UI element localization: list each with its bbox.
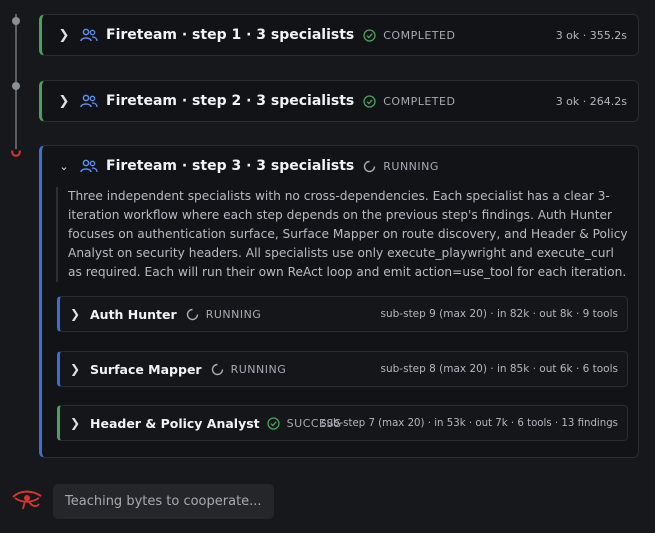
step-status-label: COMPLETED: [383, 94, 456, 108]
step-status: COMPLETED: [363, 95, 455, 108]
step-status: COMPLETED: [363, 29, 455, 42]
step-header-2[interactable]: ❯ Fireteam · step 2 · 3 specialists COMP…: [42, 81, 638, 121]
specialist-meta: sub-step 7 (max 20) · in 53k · out 7k · …: [321, 417, 618, 429]
step-status: RUNNING: [363, 160, 439, 173]
chevron-down-icon: ⌄: [59, 159, 69, 173]
step-description: Three independent specialists with no cr…: [56, 187, 628, 282]
chevron-right-icon: ❯: [58, 93, 70, 109]
specialist-name: Surface Mapper: [90, 361, 202, 377]
chevron-right-icon: ❯: [69, 416, 81, 430]
check-circle-icon: [363, 28, 376, 42]
step-status-label: COMPLETED: [383, 28, 456, 42]
specialist-status-label: RUNNING: [205, 307, 262, 321]
specialist-status: RUNNING: [186, 308, 262, 321]
specialist-name: Header & Policy Analyst: [90, 415, 260, 431]
specialist-row-surface-mapper[interactable]: ❯ Surface Mapper RUNNING sub-step 8 (max…: [57, 351, 628, 387]
step-meta: 3 ok · 264.2s: [555, 94, 627, 108]
step-title: Fireteam · step 1 · 3 specialists: [106, 27, 355, 43]
check-circle-icon: [363, 94, 376, 108]
step-header-1[interactable]: ❯ Fireteam · step 1 · 3 specialists COMP…: [42, 15, 638, 55]
specialist-meta: sub-step 9 (max 20) · in 82k · out 8k · …: [380, 308, 618, 320]
timeline-dot-step-1: [12, 17, 20, 25]
specialist-status: RUNNING: [211, 363, 287, 376]
chevron-right-icon: ❯: [69, 362, 81, 376]
spinner-icon: [211, 363, 223, 375]
timeline-active-icon: [11, 150, 21, 157]
step-title: Fireteam · step 2 · 3 specialists: [106, 93, 355, 109]
specialist-row-auth-hunter[interactable]: ❯ Auth Hunter RUNNING sub-step 9 (max 20…: [57, 296, 628, 332]
step-meta: 3 ok · 355.2s: [555, 28, 627, 42]
specialist-status-label: RUNNING: [230, 362, 287, 376]
people-icon: [80, 159, 98, 173]
chevron-right-icon: ❯: [58, 27, 70, 43]
step-card-3: ⌄ Fireteam · step 3 · 3 specialists RUNN…: [39, 145, 639, 458]
step-status-label: RUNNING: [383, 159, 439, 173]
status-message: Teaching bytes to cooperate...: [53, 484, 274, 519]
step-title: Fireteam · step 3 · 3 specialists: [106, 158, 355, 174]
timeline-dot-step-2: [12, 82, 20, 90]
spinner-icon: [364, 160, 376, 172]
people-icon: [80, 94, 98, 108]
people-icon: [80, 28, 98, 42]
specialist-name: Auth Hunter: [90, 306, 177, 322]
step-header-3[interactable]: ⌄ Fireteam · step 3 · 3 specialists RUNN…: [42, 146, 638, 186]
step-card-1: ❯ Fireteam · step 1 · 3 specialists COMP…: [39, 14, 639, 56]
check-circle-icon: [267, 416, 280, 430]
specialist-meta: sub-step 8 (max 20) · in 85k · out 6k · …: [380, 363, 618, 375]
spinner-icon: [186, 308, 198, 320]
step-card-2: ❯ Fireteam · step 2 · 3 specialists COMP…: [39, 80, 639, 122]
eye-of-ra-icon: [12, 490, 42, 510]
chevron-right-icon: ❯: [69, 307, 81, 321]
specialist-row-header-policy-analyst[interactable]: ❯ Header & Policy Analyst SUCCESS sub-st…: [57, 405, 628, 441]
